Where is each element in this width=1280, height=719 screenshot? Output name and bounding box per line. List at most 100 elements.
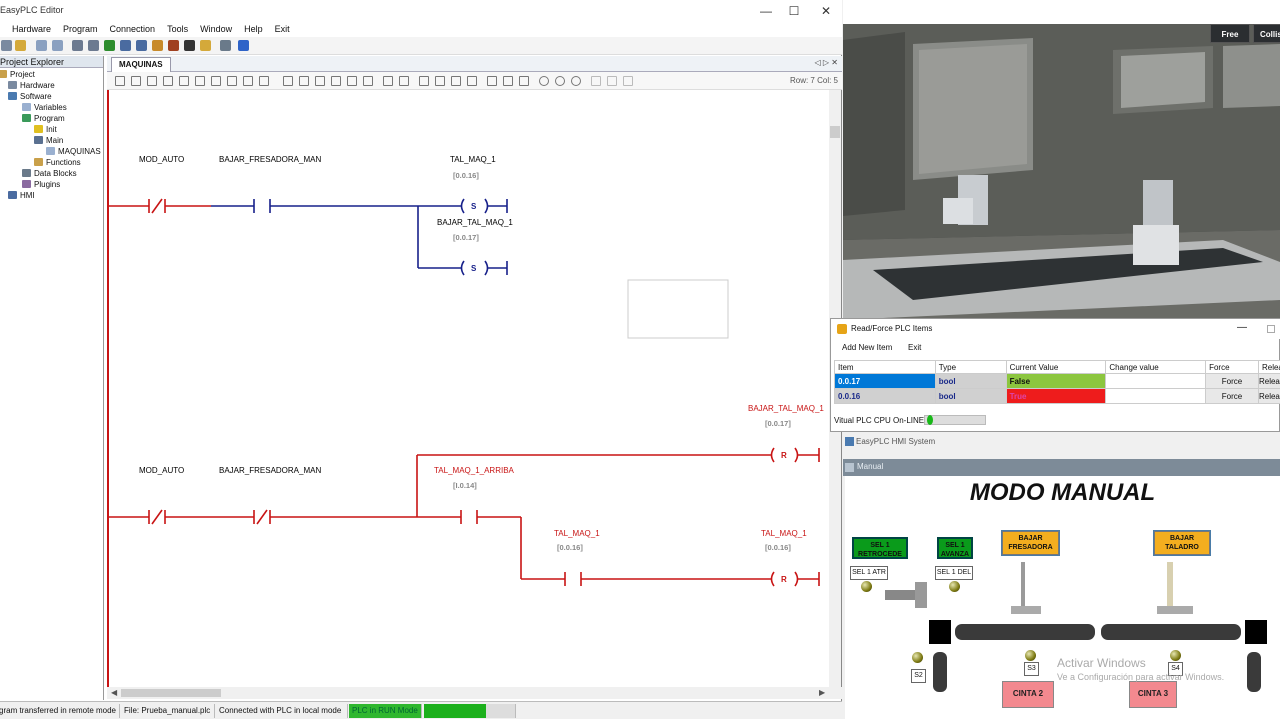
monitor-icon[interactable] [120,40,131,51]
insert-row-icon[interactable] [487,76,497,86]
settings-icon[interactable] [136,40,147,51]
contact-nc-icon[interactable] [131,76,141,86]
tab-maquinas[interactable]: MAQUINAS [111,57,171,72]
math-icon[interactable] [347,76,357,86]
tree-project[interactable]: Project [0,70,35,79]
3d-simulation-view[interactable]: Free Collisions [843,0,1280,318]
new-icon[interactable] [1,40,12,51]
plugin-icon[interactable] [168,40,179,51]
cut-icon[interactable] [591,76,601,86]
cinta3-button[interactable]: CINTA 3 [1129,681,1177,708]
open-icon[interactable] [15,40,26,51]
bajar-taladro-button[interactable]: BAJAR TALADRO [1154,531,1210,555]
scroll-right-icon[interactable]: ▶ [819,688,825,697]
terminal-icon[interactable] [184,40,195,51]
menu-program[interactable]: Program [63,22,98,37]
menu-help[interactable]: Help [244,22,263,37]
hardware-icon[interactable] [152,40,163,51]
eraser-icon[interactable] [399,76,409,86]
item-cell[interactable]: 0.0.17 [834,373,936,389]
coil-not-icon[interactable] [227,76,237,86]
coil-reset-icon[interactable] [211,76,221,86]
contact-p-icon[interactable] [147,76,157,86]
copy-icon[interactable] [607,76,617,86]
zoom-icon[interactable] [571,76,581,86]
collisions-button[interactable]: Collisions [1253,24,1280,43]
compare-icon[interactable] [315,76,325,86]
sel1-retrocede-button[interactable]: SEL 1 RETROCEDE [852,537,908,559]
export-icon[interactable] [238,40,249,51]
tools-icon[interactable] [200,40,211,51]
zoom-out-icon[interactable] [539,76,549,86]
coil-icon[interactable] [179,76,189,86]
insert-col-icon[interactable] [519,76,529,86]
exit-button[interactable]: Exit [908,343,921,352]
run-icon[interactable] [104,40,115,51]
tree-program[interactable]: Program [22,114,65,123]
change-value-input[interactable] [1105,373,1207,389]
free-camera-button[interactable]: Free [1210,24,1250,43]
branch-icon[interactable] [467,76,477,86]
force-button[interactable]: Force [1205,388,1259,404]
delete-row-icon[interactable] [503,76,513,86]
ladder-diagram[interactable]: MOD_AUTO BAJAR_FRESADORA_MAN TAL_MAQ_1 [… [107,90,829,687]
contact-n-icon[interactable] [163,76,173,86]
paste-icon[interactable] [623,76,633,86]
timer-icon[interactable] [283,76,293,86]
tree-init[interactable]: Init [34,125,57,134]
change-value-input[interactable] [1105,388,1207,404]
table-row[interactable]: 0.0.16 bool True Force Release [834,388,1280,404]
menu-connection[interactable]: Connection [110,22,156,37]
tree-software[interactable]: Software [8,92,52,101]
menu-hardware[interactable]: Hardware [12,22,51,37]
scroll-thumb[interactable] [121,689,221,697]
tree-plugins[interactable]: Plugins [22,180,60,189]
tree-data-blocks[interactable]: Data Blocks [22,169,77,178]
menu-exit[interactable]: Exit [275,22,290,37]
contact-no-icon[interactable] [115,76,125,86]
zoom-in-icon[interactable] [555,76,565,86]
sel1-avanza-button[interactable]: SEL 1 AVANZA [937,537,973,559]
tree-hmi[interactable]: HMI [8,191,35,200]
link-icon[interactable] [363,76,373,86]
coil-p-icon[interactable] [243,76,253,86]
copy-icon[interactable] [36,40,47,51]
item-cell[interactable]: 0.0.16 [834,388,936,404]
tree-variables[interactable]: Variables [22,103,67,112]
coil-set-icon[interactable] [195,76,205,86]
tree-main[interactable]: Main [34,136,63,145]
paste-icon[interactable] [52,40,63,51]
arrow-down-icon[interactable] [435,76,445,86]
arrow-right-icon[interactable] [419,76,429,86]
tab-navigation[interactable]: ◁ ▷ ✕ [815,58,838,67]
release-button[interactable]: Release [1257,388,1280,404]
scroll-left-icon[interactable]: ◀ [111,688,117,697]
grid-icon[interactable] [220,40,231,51]
add-new-item-button[interactable]: Add New Item [842,343,892,352]
menu-tools[interactable]: Tools [167,22,188,37]
horizontal-scrollbar[interactable]: ◀ ▶ [107,687,842,699]
tree-hardware[interactable]: Hardware [8,81,55,90]
stop-icon[interactable] [88,40,99,51]
tree-maquinas[interactable]: MAQUINAS [46,147,101,156]
function-block-icon[interactable] [331,76,341,86]
hmi-tab-manual[interactable]: Manual [857,462,883,471]
release-button[interactable]: Release [1257,373,1280,389]
minimize-button[interactable]: — [754,2,778,20]
counter-icon[interactable] [299,76,309,86]
maximize-button[interactable]: ☐ [782,2,806,20]
minimize-button[interactable]: — [1237,322,1247,333]
compile-icon[interactable] [72,40,83,51]
tree-functions[interactable]: Functions [34,158,81,167]
close-button[interactable]: ✕ [814,2,838,20]
maximize-button[interactable] [1267,325,1275,333]
coil-n-icon[interactable] [259,76,269,86]
menu-window[interactable]: Window [200,22,232,37]
table-row[interactable]: 0.0.17 bool False Force Release [834,373,1280,389]
scroll-thumb[interactable] [830,126,840,138]
bajar-fresadora-button[interactable]: BAJAR FRESADORA [1002,531,1059,555]
cinta2-button[interactable]: CINTA 2 [1002,681,1054,708]
pencil-icon[interactable] [383,76,393,86]
arrow-up-icon[interactable] [451,76,461,86]
force-button[interactable]: Force [1205,373,1259,389]
